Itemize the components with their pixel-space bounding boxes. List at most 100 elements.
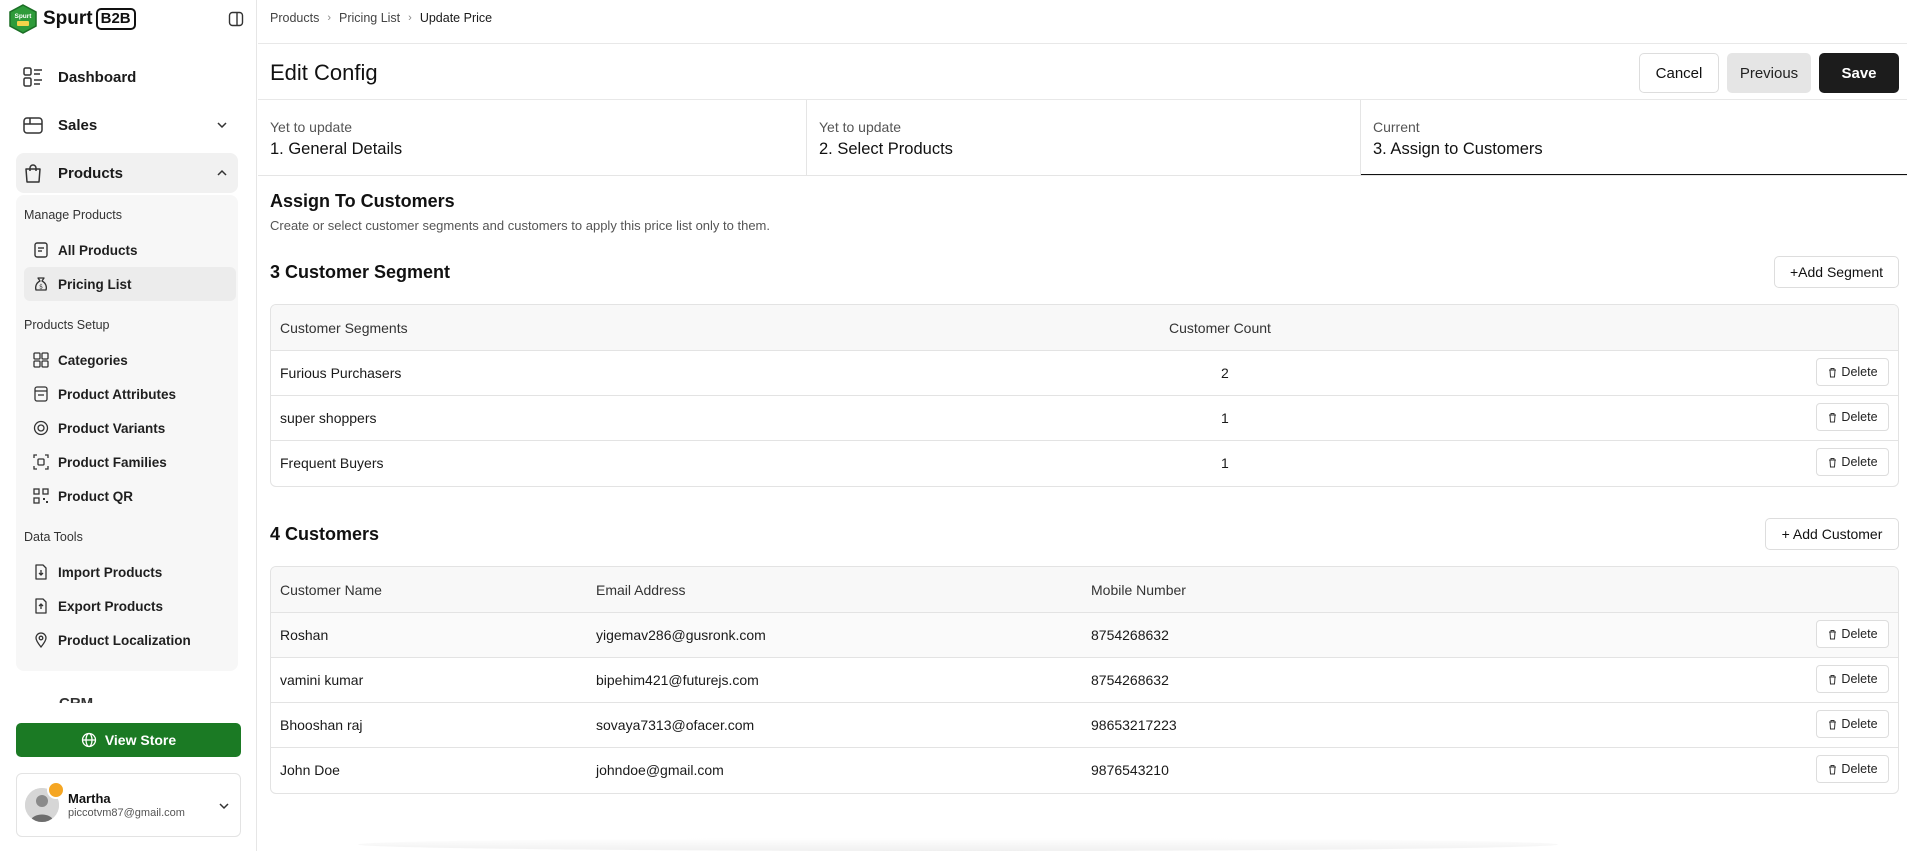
delete-button[interactable]: Delete xyxy=(1816,755,1889,783)
delete-button[interactable]: Delete xyxy=(1816,403,1889,431)
sidebar-item-label: Dashboard xyxy=(58,68,137,86)
scroll-shadow xyxy=(358,838,1558,851)
customer-name: Bhooshan raj xyxy=(280,717,363,733)
sidebar-item-product-qr[interactable]: Product QR xyxy=(24,479,236,513)
chevron-right-icon: › xyxy=(327,12,332,24)
customer-email: sovaya7313@ofacer.com xyxy=(596,717,755,733)
sidebar-collapse-icon[interactable] xyxy=(228,11,244,27)
step-title: 1. General Details xyxy=(270,140,403,158)
delete-button[interactable]: Delete xyxy=(1816,665,1889,693)
segments-table: Customer Segments Customer Count Furious… xyxy=(270,304,1899,487)
sidebar-item-product-variants[interactable]: Product Variants xyxy=(24,411,236,445)
trash-icon xyxy=(1829,457,1837,467)
sidebar-item-pricing-list[interactable]: $ Pricing List xyxy=(24,267,236,301)
families-icon xyxy=(33,454,49,470)
qr-icon xyxy=(33,488,49,504)
user-menu[interactable]: Martha piccotvm87@gmail.com xyxy=(16,773,241,837)
import-icon xyxy=(35,564,47,580)
group-label-products-setup: Products Setup xyxy=(24,318,110,332)
sidebar-item-crm[interactable]: CRM xyxy=(16,693,238,703)
categories-icon xyxy=(33,352,49,368)
cancel-button[interactable]: Cancel xyxy=(1639,53,1719,93)
save-button[interactable]: Save xyxy=(1819,53,1899,93)
spurt-logo-icon: Spurt xyxy=(9,4,37,34)
sidebar-item-label: All Products xyxy=(58,242,138,258)
sidebar-item-products[interactable]: Products xyxy=(16,153,238,193)
sidebar-item-export-products[interactable]: Export Products xyxy=(24,589,236,623)
customer-mobile: 9876543210 xyxy=(1091,762,1169,778)
dashboard-icon xyxy=(23,67,42,87)
delete-button[interactable]: Delete xyxy=(1816,620,1889,648)
app-logo[interactable]: Spurt Spurt B2B xyxy=(8,4,136,34)
chevron-right-icon: › xyxy=(408,12,412,24)
column-header: Customer Segments xyxy=(280,320,408,336)
table-row: Furious Purchasers 2 Delete xyxy=(271,351,1898,396)
sidebar-item-label: Products xyxy=(58,164,124,182)
sidebar-item-sales[interactable]: Sales xyxy=(16,105,238,145)
sidebar-item-product-localization[interactable]: Product Localization xyxy=(24,623,236,657)
app-name: Spurt B2B xyxy=(43,8,136,30)
breadcrumb: Products › Pricing List › Update Price xyxy=(270,11,492,25)
sidebar-item-product-families[interactable]: Product Families xyxy=(24,445,236,479)
segment-name: Furious Purchasers xyxy=(280,365,402,381)
delete-button[interactable]: Delete xyxy=(1816,358,1889,386)
shopping-bag-icon xyxy=(25,164,41,183)
group-label-data-tools: Data Tools xyxy=(24,530,83,544)
sidebar-item-categories[interactable]: Categories xyxy=(24,343,236,377)
customers-table: Customer Name Email Address Mobile Numbe… xyxy=(270,566,1899,794)
trash-icon xyxy=(1829,674,1837,684)
view-store-button[interactable]: View Store xyxy=(16,723,241,757)
sidebar-item-label: Categories xyxy=(58,352,128,368)
main-content: Products › Pricing List › Update Price E… xyxy=(258,0,1907,851)
step-general-details[interactable]: Yet to update 1. General Details xyxy=(258,100,807,176)
step-title: 2. Select Products xyxy=(819,140,953,158)
location-pin-icon xyxy=(35,632,47,649)
add-customer-button[interactable]: + Add Customer xyxy=(1765,518,1899,550)
breadcrumb-pricing-list[interactable]: Pricing List xyxy=(339,11,400,25)
group-label-manage-products: Manage Products xyxy=(24,208,122,222)
sidebar-item-product-attributes[interactable]: Product Attributes xyxy=(24,377,236,411)
variants-icon xyxy=(33,420,49,436)
trash-icon xyxy=(1829,629,1837,639)
step-assign-to-customers[interactable]: Current 3. Assign to Customers xyxy=(1361,100,1907,176)
step-status: Current xyxy=(1373,119,1420,135)
sidebar-item-label: Product Families xyxy=(58,454,167,470)
add-segment-button[interactable]: +Add Segment xyxy=(1774,256,1899,288)
table-row: John Doe johndoe@gmail.com 9876543210 De… xyxy=(271,748,1898,793)
chevron-up-icon xyxy=(217,169,227,176)
customer-mobile: 8754268632 xyxy=(1091,672,1169,688)
delete-button[interactable]: Delete xyxy=(1816,448,1889,476)
breadcrumb-products[interactable]: Products xyxy=(270,11,319,25)
segments-heading: 3 Customer Segment xyxy=(270,262,451,282)
sidebar-item-label: Product QR xyxy=(58,488,134,504)
delete-button[interactable]: Delete xyxy=(1816,710,1889,738)
divider xyxy=(258,43,1907,44)
column-header: Customer Count xyxy=(1169,320,1271,336)
table-header: Customer Segments Customer Count xyxy=(271,305,1898,351)
customer-email: yigemav286@gusronk.com xyxy=(596,627,766,643)
customer-name: Roshan xyxy=(280,627,329,643)
sidebar-item-all-products[interactable]: All Products xyxy=(24,233,236,267)
segment-count: 1 xyxy=(1221,410,1229,426)
breadcrumb-update-price: Update Price xyxy=(419,11,493,25)
sidebar-item-label: Product Localization xyxy=(58,632,191,648)
sales-icon xyxy=(23,117,43,134)
sidebar-item-import-products[interactable]: Import Products xyxy=(24,555,236,589)
customer-name: vamini kumar xyxy=(280,672,364,688)
page-title: Edit Config xyxy=(270,60,378,85)
products-submenu: Manage Products All Products $ Pricing L… xyxy=(16,195,238,671)
column-header: Email Address xyxy=(596,582,686,598)
table-header: Customer Name Email Address Mobile Numbe… xyxy=(271,567,1898,613)
customer-mobile: 98653217223 xyxy=(1091,717,1177,733)
table-row: vamini kumar bipehim421@futurejs.com 875… xyxy=(271,658,1898,703)
globe-icon xyxy=(81,732,96,748)
previous-button[interactable]: Previous xyxy=(1727,53,1811,93)
step-status: Yet to update xyxy=(819,119,902,135)
document-icon xyxy=(34,242,48,258)
trash-icon xyxy=(1829,367,1837,377)
sidebar: Spurt Spurt B2B Dashboard Sales Products… xyxy=(0,0,257,851)
assign-description: Create or select customer segments and c… xyxy=(270,218,770,233)
segment-count: 2 xyxy=(1221,365,1229,381)
sidebar-item-dashboard[interactable]: Dashboard xyxy=(16,57,238,97)
step-select-products[interactable]: Yet to update 2. Select Products xyxy=(807,100,1361,176)
